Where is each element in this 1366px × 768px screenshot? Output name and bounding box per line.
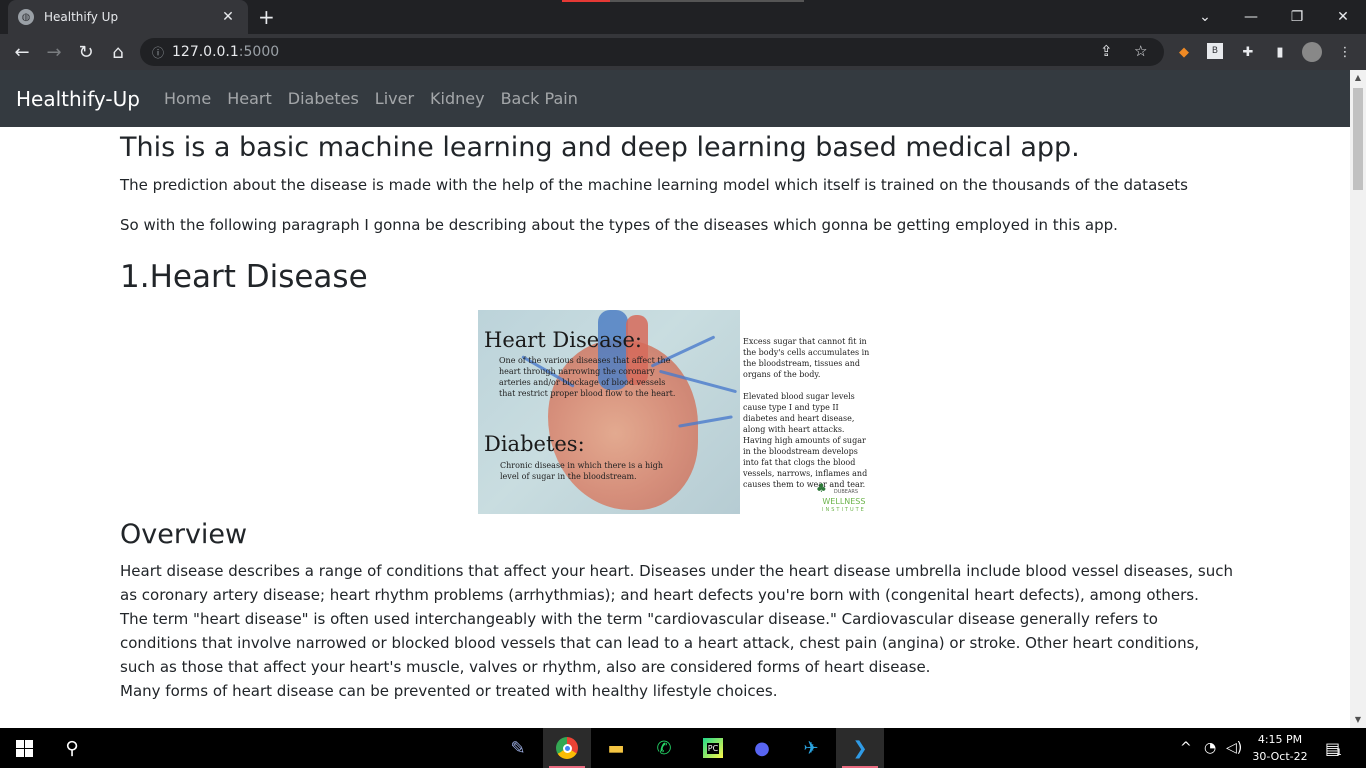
heart-illustration: Heart Disease: One of the various diseas… [478, 310, 740, 514]
figure-diabetes-title: Diabetes: [484, 432, 585, 456]
search-icon[interactable]: ⚲ [48, 728, 96, 768]
chrome-taskbar-icon[interactable] [543, 728, 591, 768]
new-tab-button[interactable]: + [258, 6, 275, 28]
clock-time: 4:15 PM [1257, 733, 1303, 746]
browser-tab-strip: ◍ Healthify Up ✕ + ⌄ — ❐ ✕ [0, 0, 1366, 34]
tab-strip-accent [562, 0, 610, 2]
file-explorer-icon[interactable]: ▬ [592, 728, 640, 768]
url-host: 127.0.0.1 [172, 44, 239, 60]
figure-side-text-2: Elevated blood sugar levels cause type I… [743, 392, 855, 434]
logo-main-text: WELLNESS [822, 497, 866, 506]
extension-b-icon[interactable]: B [1207, 43, 1223, 59]
tab-close-icon[interactable]: ✕ [218, 9, 238, 25]
windows-start-icon[interactable] [0, 728, 48, 768]
clock-date: 30-Oct-22 [1252, 750, 1308, 763]
overview-heading: Overview [120, 519, 248, 550]
tree-icon: ♣ [816, 481, 827, 495]
nav-link-heart[interactable]: Heart [219, 89, 280, 108]
scroll-down-arrow-icon[interactable]: ▼ [1350, 712, 1366, 728]
menu-dots-icon[interactable]: ⋮ [1336, 43, 1354, 61]
vscode-icon[interactable]: ❯ [836, 728, 884, 768]
windows-taskbar: ⚲ ✎ ▬ ✆ PC ● ✈ ❯ ^ ◔ ◁) 4:15 PM 30-Oct-2… [0, 728, 1366, 768]
overview-line-1: Heart disease describes a range of condi… [120, 562, 1234, 604]
intro-paragraph: The prediction about the disease is made… [120, 176, 1188, 194]
notification-center-icon[interactable]: ▤ 1 [1325, 728, 1342, 768]
scrollbar-thumb[interactable] [1353, 88, 1363, 190]
section-title-heart-disease: 1.Heart Disease [120, 259, 368, 295]
navbar-brand[interactable]: Healthify-Up [16, 87, 140, 111]
nav-link-home[interactable]: Home [156, 89, 219, 108]
url-text: 127.0.0.1:5000 [172, 44, 279, 60]
overview-text: Heart disease describes a range of condi… [120, 559, 1235, 703]
telegram-icon[interactable]: ✈ [787, 728, 835, 768]
address-bar[interactable]: ⓘ 127.0.0.1:5000 ⇪ ☆ [140, 38, 1164, 66]
logo-sub-text: INSTITUTE [822, 507, 866, 513]
page-headline: This is a basic machine learning and dee… [120, 132, 1080, 163]
main-content: This is a basic machine learning and dee… [120, 127, 1235, 700]
side-panel-icon[interactable]: ▮ [1271, 43, 1289, 61]
wellness-institute-logo: ♣ DUBEARS WELLNESS INSTITUTE [816, 482, 866, 515]
nav-link-diabetes[interactable]: Diabetes [280, 89, 367, 108]
web-page: Healthify-Up Home Heart Diabetes Liver K… [0, 70, 1350, 728]
whatsapp-icon[interactable]: ✆ [640, 728, 688, 768]
bookmark-star-icon[interactable]: ☆ [1134, 42, 1147, 60]
pycharm-icon[interactable]: PC [689, 728, 737, 768]
tab-title: Healthify Up [44, 10, 119, 24]
url-port: :5000 [238, 44, 280, 60]
network-icon[interactable]: ◔ [1204, 728, 1216, 768]
site-info-icon[interactable]: ⓘ [152, 44, 172, 61]
tab-strip-divider [610, 0, 804, 2]
nav-link-kidney[interactable]: Kidney [422, 89, 493, 108]
notification-count: 1 [1336, 748, 1342, 758]
metamask-extension-icon[interactable]: ◆ [1175, 43, 1193, 61]
tab-search-icon[interactable]: ⌄ [1182, 0, 1228, 34]
reload-icon[interactable]: ↻ [70, 36, 102, 68]
back-arrow-icon[interactable]: ← [6, 36, 38, 68]
restore-button[interactable]: ❐ [1274, 0, 1320, 34]
discord-icon[interactable]: ● [738, 728, 786, 768]
page-scrollbar[interactable]: ▲ ▼ [1350, 70, 1366, 728]
figure-heart-text: One of the various diseases that affect … [499, 356, 676, 398]
overview-line-2: The term "heart disease" is often used i… [120, 610, 1200, 676]
show-hidden-icons-chevron-icon[interactable]: ^ [1180, 728, 1192, 768]
figure-side-text-1: Excess sugar that cannot fit in the body… [743, 337, 870, 379]
nav-link-liver[interactable]: Liver [367, 89, 422, 108]
profile-avatar[interactable] [1302, 42, 1322, 62]
figure-diabetes-text: Chronic disease in which there is a high… [500, 461, 664, 481]
site-navbar: Healthify-Up Home Heart Diabetes Liver K… [0, 70, 1350, 127]
scroll-up-arrow-icon[interactable]: ▲ [1350, 70, 1366, 86]
volume-icon[interactable]: ◁) [1226, 728, 1242, 768]
close-window-button[interactable]: ✕ [1320, 0, 1366, 34]
figure-heart-title: Heart Disease: [484, 328, 642, 352]
intro-paragraph-2: So with the following paragraph I gonna … [120, 216, 1118, 234]
forward-arrow-icon[interactable]: → [38, 36, 70, 68]
nav-link-back-pain[interactable]: Back Pain [493, 89, 586, 108]
share-icon[interactable]: ⇪ [1100, 42, 1113, 60]
overview-line-3: Many forms of heart disease can be preve… [120, 682, 778, 700]
puzzle-extensions-icon[interactable]: ✚ [1239, 43, 1257, 61]
browser-tab[interactable]: ◍ Healthify Up ✕ [8, 0, 248, 34]
taskbar-clock[interactable]: 4:15 PM 30-Oct-22 [1248, 731, 1312, 765]
minimize-button[interactable]: — [1228, 0, 1274, 34]
home-icon[interactable]: ⌂ [102, 36, 134, 68]
paint-app-icon[interactable]: ✎ [494, 728, 542, 768]
globe-icon: ◍ [18, 9, 34, 25]
heart-disease-infographic: Heart Disease: One of the various diseas… [478, 310, 874, 514]
figure-side-text-3: Having high amounts of sugar in the bloo… [743, 436, 868, 489]
browser-toolbar: ← → ↻ ⌂ ⓘ 127.0.0.1:5000 ⇪ ☆ ◆ B ✚ ▮ ⋮ [0, 34, 1366, 70]
